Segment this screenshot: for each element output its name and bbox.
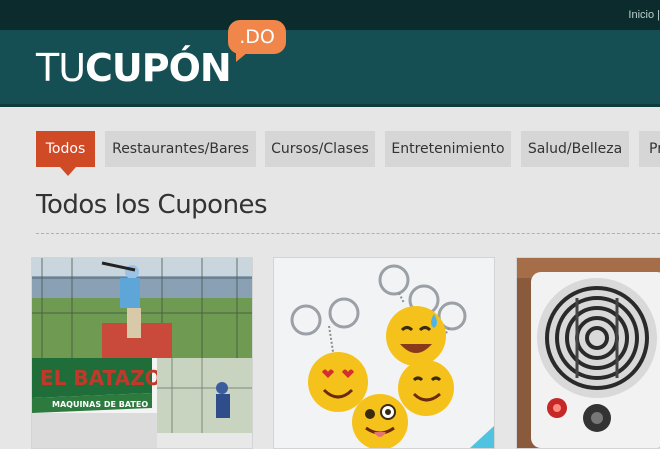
logo-wordmark: TUCUPÓN	[36, 46, 232, 90]
top-bar: Inicio |	[0, 0, 660, 30]
tab-restaurantes-bares[interactable]: Restaurantes/Bares	[105, 131, 256, 167]
coupon-card-baseball[interactable]: EL BATAZO MAQUINAS DE BATEO	[31, 257, 253, 449]
coupon-image-baseball: EL BATAZO MAQUINAS DE BATEO	[32, 258, 252, 448]
tab-entretenimiento[interactable]: Entretenimiento	[385, 131, 511, 167]
inicio-link[interactable]: Inicio	[628, 9, 654, 21]
tab-cursos-clases[interactable]: Cursos/Clases	[265, 131, 375, 167]
coupon-image-emoji-keychains	[274, 258, 494, 448]
coupon-card-hot-plate[interactable]	[516, 257, 660, 449]
coupon-image-hot-plate	[517, 258, 660, 448]
card-banner-text: EL BATAZO	[40, 366, 162, 390]
tab-salud-belleza[interactable]: Salud/Belleza	[521, 131, 629, 167]
coupon-card-emoji-keychains[interactable]	[273, 257, 495, 449]
logo-domain-badge: .DO	[228, 20, 286, 62]
title-divider	[36, 233, 660, 234]
top-links: Inicio |	[628, 9, 660, 21]
logo-text-bold: CUPÓN	[85, 46, 232, 90]
logo-text-light: TU	[36, 46, 86, 90]
tab-todos[interactable]: Todos	[36, 131, 95, 176]
card-banner-subtext: MAQUINAS DE BATEO	[52, 400, 148, 409]
header-divider	[0, 104, 660, 107]
tab-more[interactable]: Pr	[639, 131, 660, 167]
page-title: Todos los Cupones	[36, 190, 268, 220]
